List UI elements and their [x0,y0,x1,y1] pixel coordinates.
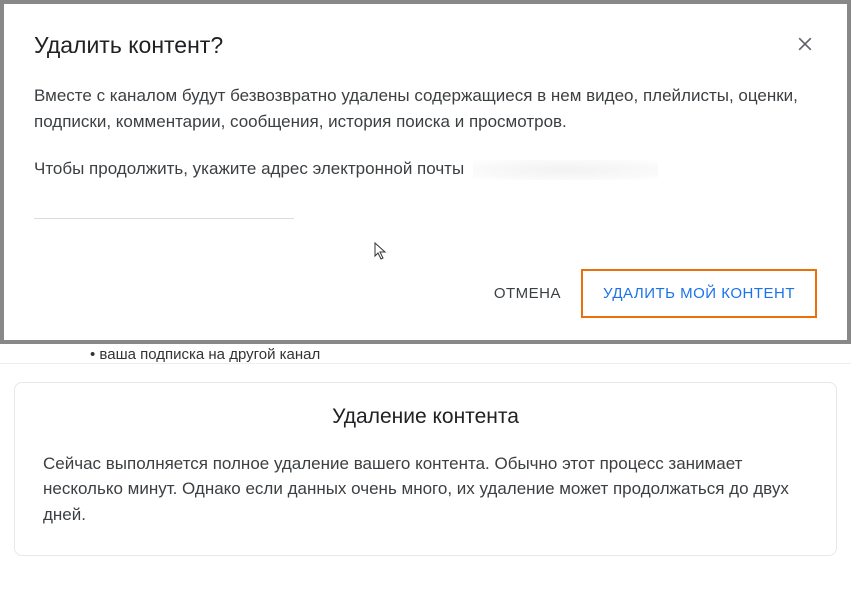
background-list-item: ваша подписка на другой канал [0,344,851,364]
dialog-actions: ОТМЕНА УДАЛИТЬ МОЙ КОНТЕНТ [34,269,817,318]
email-prompt-line: Чтобы продолжить, укажите адрес электрон… [34,156,817,182]
status-card-title: Удаление контента [43,405,808,429]
cancel-button[interactable]: ОТМЕНА [474,271,581,316]
close-icon [795,34,815,54]
delete-button-highlight: УДАЛИТЬ МОЙ КОНТЕНТ [581,269,817,318]
dialog-title: Удалить контент? [34,32,223,59]
confirm-delete-dialog: Удалить контент? Вместе с каналом будут … [0,0,851,344]
email-input[interactable] [34,218,294,219]
delete-my-content-button[interactable]: УДАЛИТЬ МОЙ КОНТЕНТ [583,271,815,316]
dialog-description: Вместе с каналом будут безвозвратно удал… [34,83,817,134]
email-prompt-text: Чтобы продолжить, укажите адрес электрон… [34,159,464,178]
close-button[interactable] [793,32,817,56]
deletion-status-card: Удаление контента Сейчас выполняется пол… [14,382,837,557]
dialog-content: Удалить контент? Вместе с каналом будут … [4,4,847,340]
status-card-body: Сейчас выполняется полное удаление вашег… [43,451,808,528]
dialog-body: Вместе с каналом будут безвозвратно удал… [34,83,817,219]
dialog-header: Удалить контент? [34,32,817,59]
cursor-icon [374,242,390,267]
email-redacted-placeholder [473,160,658,180]
